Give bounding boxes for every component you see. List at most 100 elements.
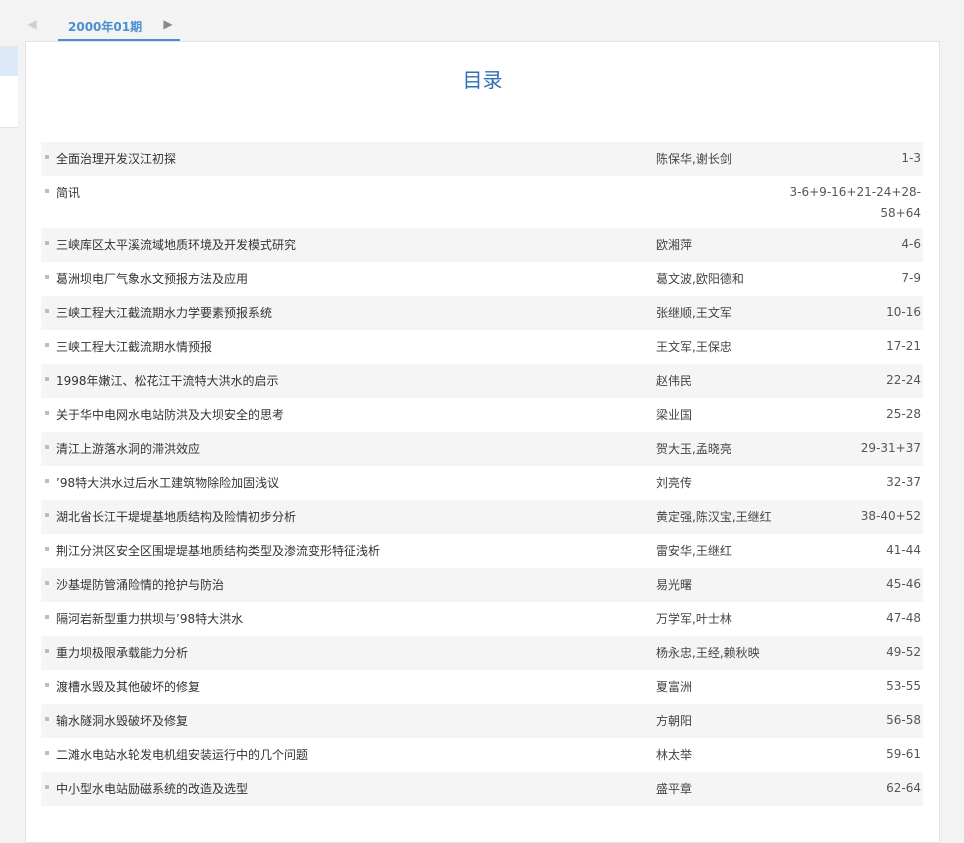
toc-row: 输水隧洞水毁破坏及修复 方朝阳 56-58	[41, 704, 923, 738]
toc-pages: 45-46	[886, 577, 921, 591]
toc-article-link[interactable]: 重力坝极限承载能力分析	[56, 644, 188, 661]
toc-article-link[interactable]: 二滩水电站水轮发电机组安装运行中的几个问题	[56, 746, 308, 763]
issue-label[interactable]: 2000年01期	[68, 18, 142, 35]
toc-row: 荆江分洪区安全区围堤堤基地质结构类型及渗流变形特征浅析 雷安华,王继红 41-44	[41, 534, 923, 568]
toc-article-link[interactable]: 中小型水电站励磁系统的改造及选型	[56, 780, 248, 797]
toc-row: 二滩水电站水轮发电机组安装运行中的几个问题 林太举 59-61	[41, 738, 923, 772]
toc-row: 全面治理开发汉江初探 陈保华,谢长剑 1-3	[41, 142, 923, 176]
bullet-icon	[45, 513, 49, 517]
toc-list: 全面治理开发汉江初探 陈保华,谢长剑 1-3 简讯 3-6+9-16+21-24+28-…	[41, 142, 923, 806]
toc-authors: 葛文波,欧阳德和	[656, 272, 744, 286]
bullet-icon	[45, 649, 49, 653]
toc-article-link[interactable]: 三峡工程大江截流期水力学要素预报系统	[56, 304, 272, 321]
toc-row: 三峡工程大江截流期水力学要素预报系统 张继顺,王文军 10-16	[41, 296, 923, 330]
toc-article-link[interactable]: 全面治理开发汉江初探	[56, 150, 176, 167]
toc-pages: 56-58	[886, 713, 921, 727]
toc-pages: 1-3	[901, 151, 921, 165]
bullet-icon	[45, 241, 49, 245]
bullet-icon	[45, 615, 49, 619]
toc-row: 中小型水电站励磁系统的改造及选型 盛平章 62-64	[41, 772, 923, 806]
toc-pages: 41-44	[886, 543, 921, 557]
toc-article-link[interactable]: 简讯	[56, 184, 80, 201]
toc-pages: 17-21	[886, 339, 921, 353]
bullet-icon	[45, 309, 49, 313]
bullet-icon	[45, 275, 49, 279]
toc-article-link[interactable]: 三峡工程大江截流期水情预报	[56, 338, 212, 355]
toc-article-link[interactable]: 沙基堤防管涌险情的抢护与防治	[56, 576, 224, 593]
toc-pages: 62-64	[886, 781, 921, 795]
toc-row: 简讯 3-6+9-16+21-24+28-58+64	[41, 176, 923, 228]
toc-row: 沙基堤防管涌险情的抢护与防治 易光曙 45-46	[41, 568, 923, 602]
toc-article-link[interactable]: 荆江分洪区安全区围堤堤基地质结构类型及渗流变形特征浅析	[56, 542, 380, 559]
bullet-icon	[45, 377, 49, 381]
toc-pages: 7-9	[901, 271, 921, 285]
toc-article-link[interactable]: 1998年嫩江、松花江干流特大洪水的启示	[56, 372, 279, 389]
prev-issue-icon[interactable]: ◀	[24, 16, 40, 32]
toc-pages: 22-24	[886, 373, 921, 387]
toc-row: 关于华中电网水电站防洪及大坝安全的思考 梁业国 25-28	[41, 398, 923, 432]
toc-row: 重力坝极限承载能力分析 杨永忠,王经,赖秋映 49-52	[41, 636, 923, 670]
toc-row: 三峡工程大江截流期水情预报 王文军,王保忠 17-21	[41, 330, 923, 364]
toc-row: 清江上游落水洞的滞洪效应 贺大玉,孟晓亮 29-31+37	[41, 432, 923, 466]
bullet-icon	[45, 547, 49, 551]
toc-pages: 38-40+52	[860, 509, 921, 523]
toc-pages: 59-61	[886, 747, 921, 761]
toc-pages: 49-52	[886, 645, 921, 659]
toc-authors: 陈保华,谢长剑	[656, 152, 732, 166]
toc-row: ’98特大洪水过后水工建筑物除险加固浅议 刘亮传 32-37	[41, 466, 923, 500]
toc-article-link[interactable]: ’98特大洪水过后水工建筑物除险加固浅议	[56, 474, 279, 491]
toc-authors: 万学军,叶士林	[656, 612, 732, 626]
toc-pages: 32-37	[886, 475, 921, 489]
toc-authors: 贺大玉,孟晓亮	[656, 442, 732, 456]
toc-pages: 47-48	[886, 611, 921, 625]
toc-article-link[interactable]: 湖北省长江干堤堤基地质结构及险情初步分析	[56, 508, 296, 525]
toc-authors: 黄定强,陈汉宝,王继红	[656, 510, 772, 524]
toc-article-link[interactable]: 隔河岩新型重力拱坝与’98特大洪水	[56, 610, 243, 627]
bullet-icon	[45, 155, 49, 159]
toc-authors: 易光曙	[656, 578, 693, 592]
bullet-icon	[45, 581, 49, 585]
toc-pages: 53-55	[886, 679, 921, 693]
toc-authors: 梁业国	[656, 408, 693, 422]
bullet-icon	[45, 479, 49, 483]
bullet-icon	[45, 785, 49, 789]
bullet-icon	[45, 717, 49, 721]
toc-article-link[interactable]: 渡槽水毁及其他破坏的修复	[56, 678, 200, 695]
toc-authors: 张继顺,王文军	[656, 306, 732, 320]
bullet-icon	[45, 343, 49, 347]
next-issue-icon[interactable]: ▶	[160, 16, 176, 32]
bullet-icon	[45, 189, 49, 193]
toc-pages: 10-16	[886, 305, 921, 319]
toc-row: 三峡库区太平溪流域地质环境及开发模式研究 欧湘萍 4-6	[41, 228, 923, 262]
toc-pages: 3-6+9-16+21-24+28-58+64	[789, 185, 921, 220]
toc-row: 葛洲坝电厂气象水文预报方法及应用 葛文波,欧阳德和 7-9	[41, 262, 923, 296]
left-sidebar-selected[interactable]	[0, 47, 18, 76]
toc-authors: 欧湘萍	[656, 238, 693, 252]
toc-authors: 杨永忠,王经,赖秋映	[656, 646, 760, 660]
toc-authors: 夏富洲	[656, 680, 693, 694]
toc-article-link[interactable]: 三峡库区太平溪流域地质环境及开发模式研究	[56, 236, 296, 253]
toc-authors: 盛平章	[656, 782, 693, 796]
left-sidebar-strip	[0, 46, 18, 128]
toc-authors: 雷安华,王继红	[656, 544, 732, 558]
toc-panel: 目录 全面治理开发汉江初探 陈保华,谢长剑 1-3 简讯 3-6+9-16+21-24+…	[25, 41, 940, 843]
issue-navigator: ◀ 2000年01期 ▶	[18, 10, 188, 42]
toc-pages: 4-6	[901, 237, 921, 251]
toc-row: 1998年嫩江、松花江干流特大洪水的启示 赵伟民 22-24	[41, 364, 923, 398]
toc-article-link[interactable]: 葛洲坝电厂气象水文预报方法及应用	[56, 270, 248, 287]
toc-row: 湖北省长江干堤堤基地质结构及险情初步分析 黄定强,陈汉宝,王继红 38-40+52	[41, 500, 923, 534]
toc-authors: 林太举	[656, 748, 693, 762]
bullet-icon	[45, 751, 49, 755]
bullet-icon	[45, 683, 49, 687]
toc-pages: 25-28	[886, 407, 921, 421]
toc-authors: 王文军,王保忠	[656, 340, 732, 354]
toc-authors: 赵伟民	[656, 374, 693, 388]
toc-article-link[interactable]: 关于华中电网水电站防洪及大坝安全的思考	[56, 406, 284, 423]
toc-pages: 29-31+37	[860, 441, 921, 455]
toc-row: 渡槽水毁及其他破坏的修复 夏富洲 53-55	[41, 670, 923, 704]
toc-authors: 方朝阳	[656, 714, 693, 728]
bullet-icon	[45, 445, 49, 449]
toc-article-link[interactable]: 输水隧洞水毁破坏及修复	[56, 712, 188, 729]
toc-article-link[interactable]: 清江上游落水洞的滞洪效应	[56, 440, 200, 457]
bullet-icon	[45, 411, 49, 415]
